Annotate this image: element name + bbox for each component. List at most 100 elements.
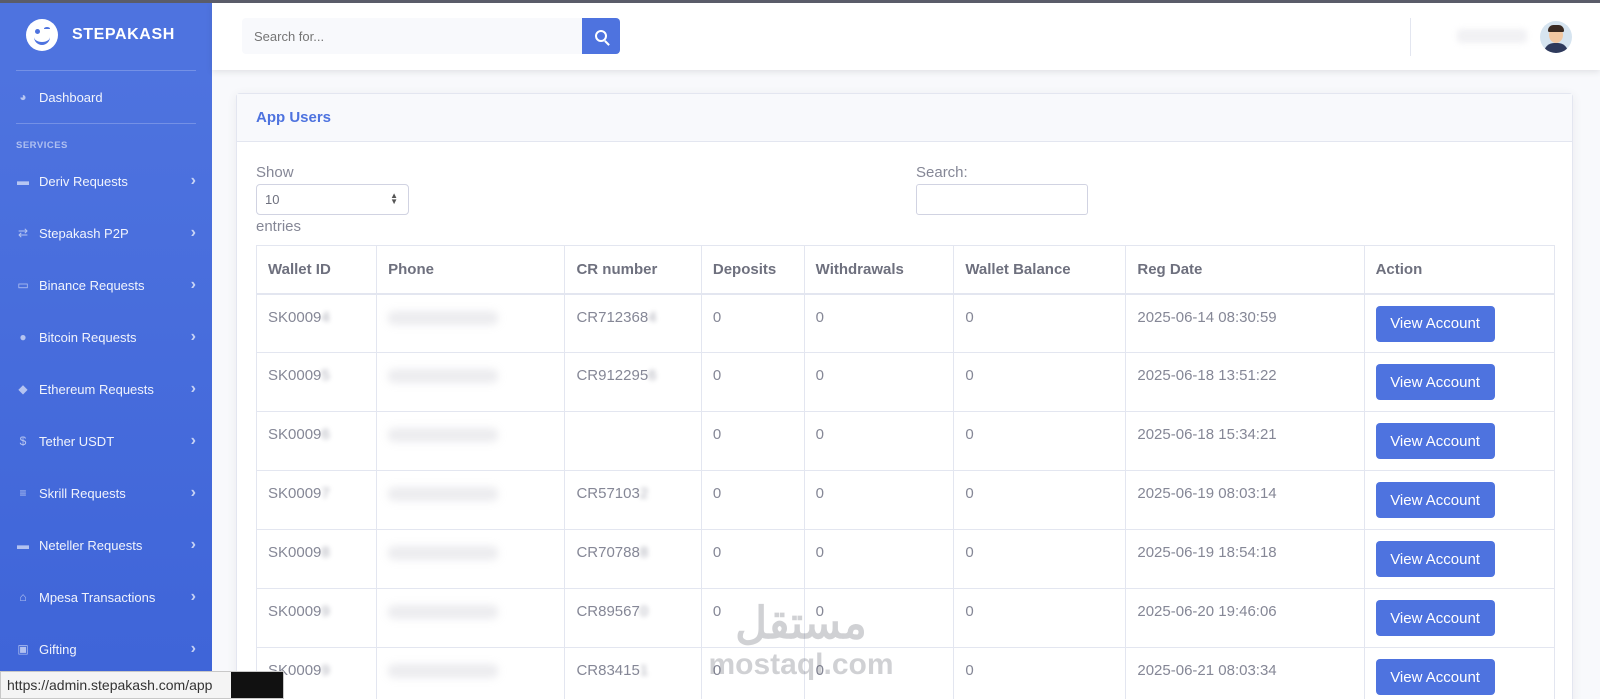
chevron-right-icon: › bbox=[190, 276, 196, 293]
column-header[interactable]: CR number bbox=[564, 245, 702, 295]
sidebar-item-tether-usdt[interactable]: $ Tether USDT › bbox=[0, 415, 212, 467]
money-bill-icon: ▬ bbox=[17, 174, 29, 188]
sidebar-item-label: Skrill Requests bbox=[39, 485, 126, 501]
column-header[interactable]: Withdrawals bbox=[803, 245, 955, 295]
view-account-button[interactable]: View Account bbox=[1375, 364, 1495, 400]
column-header[interactable]: Action bbox=[1363, 245, 1556, 295]
sidebar-item-gifting[interactable]: ▣ Gifting › bbox=[0, 623, 212, 675]
wallet-id: SK0009 bbox=[268, 308, 322, 326]
page-title: App Users bbox=[256, 109, 332, 126]
user-name-redacted[interactable] bbox=[1457, 29, 1527, 43]
sidebar-item-mpesa-transactions[interactable]: ⌂ Mpesa Transactions › bbox=[0, 571, 212, 623]
table-search-input[interactable] bbox=[916, 184, 1088, 215]
wallet-id: SK0009 bbox=[268, 603, 322, 620]
wallet-id: SK0009 bbox=[268, 544, 322, 561]
wallet-icon: ▬ bbox=[17, 538, 29, 552]
reg-date-cell: 2025-06-19 18:54:18 bbox=[1125, 529, 1365, 589]
cr-number-cell: CR9122956 bbox=[564, 352, 702, 412]
tachometer-icon: ◕ bbox=[19, 90, 27, 104]
view-account-button[interactable]: View Account bbox=[1375, 659, 1495, 695]
sidebar-item-dashboard[interactable]: ◕ Dashboard bbox=[0, 71, 212, 123]
column-header[interactable]: Wallet Balance bbox=[953, 245, 1127, 295]
column-header[interactable]: Wallet ID bbox=[255, 245, 378, 295]
chevron-right-icon: › bbox=[190, 640, 196, 657]
action-cell: View Account bbox=[1363, 293, 1556, 353]
reg-date-cell: 2025-06-18 15:34:21 bbox=[1125, 411, 1365, 471]
cr-number-redacted: 8 bbox=[639, 544, 649, 561]
chevron-right-icon: › bbox=[190, 536, 196, 553]
action-cell: View Account bbox=[1363, 588, 1556, 648]
cr-number-redacted: 1 bbox=[639, 662, 649, 679]
cr-number-cell bbox=[564, 411, 702, 471]
wallet-balance-cell: 0 bbox=[953, 293, 1127, 353]
sidebar-item-ethereum-requests[interactable]: ◆ Ethereum Requests › bbox=[0, 363, 212, 415]
view-account-button[interactable]: View Account bbox=[1375, 600, 1495, 636]
cr-number-redacted: 4 bbox=[648, 308, 657, 326]
wallet-balance-cell: 0 bbox=[953, 529, 1127, 589]
entries-select[interactable]: 10 ▲ ▼ bbox=[256, 184, 409, 215]
phone-redacted bbox=[388, 605, 499, 619]
sidebar-item-deriv-requests[interactable]: ▬ Deriv Requests › bbox=[0, 155, 212, 207]
deposits-cell: 0 bbox=[700, 647, 805, 699]
table-controls: Show 10 ▲ ▼ entries Search: bbox=[237, 142, 1572, 242]
cr-number: CR912295 bbox=[576, 367, 649, 384]
sidebar-heading: SERVICES bbox=[16, 140, 68, 151]
sidebar-item-label: Dashboard bbox=[39, 89, 103, 105]
table-row: SK00094 CR7123684 0 0 0 2025-06-14 08:30:59 Vi… bbox=[255, 293, 1556, 353]
sidebar-item-stepakash-p2p[interactable]: ⇄ Stepakash P2P › bbox=[0, 207, 212, 259]
entries-label: entries bbox=[256, 218, 302, 235]
wallet-id-redacted: 4 bbox=[321, 308, 330, 326]
app-users-card: App Users Show 10 ▲ ▼ entries Search: Wal… bbox=[236, 93, 1573, 699]
column-header[interactable]: Deposits bbox=[700, 245, 805, 295]
sidebar-item-neteller-requests[interactable]: ▬ Neteller Requests › bbox=[0, 519, 212, 571]
chevron-right-icon: › bbox=[190, 432, 196, 449]
wallet-id-cell: SK00099 bbox=[255, 588, 378, 648]
sidebar-item-skrill-requests[interactable]: ≡ Skrill Requests › bbox=[0, 467, 212, 519]
search-input[interactable] bbox=[242, 18, 582, 54]
chevron-right-icon: › bbox=[190, 172, 196, 189]
chevron-right-icon: › bbox=[190, 484, 196, 501]
view-account-button[interactable]: View Account bbox=[1375, 423, 1495, 459]
column-header[interactable]: Phone bbox=[376, 245, 566, 295]
wallet-id: SK0009 bbox=[268, 485, 322, 502]
action-cell: View Account bbox=[1363, 411, 1556, 471]
sidebar-item-label: Bitcoin Requests bbox=[39, 329, 137, 345]
view-account-button[interactable]: View Account bbox=[1375, 482, 1495, 518]
sidebar-item-label: Tether USDT bbox=[39, 433, 115, 449]
search-icon bbox=[595, 30, 607, 42]
view-account-button[interactable]: View Account bbox=[1375, 305, 1495, 342]
phone-cell bbox=[376, 647, 566, 699]
cr-number: CR70788 bbox=[576, 544, 640, 561]
cr-number: CR57103 bbox=[576, 485, 640, 502]
search-button[interactable] bbox=[582, 18, 620, 54]
show-label: Show bbox=[256, 164, 294, 181]
withdrawals-cell: 0 bbox=[803, 411, 955, 471]
reg-date-cell: 2025-06-14 08:30:59 bbox=[1125, 293, 1365, 353]
cr-number-cell: CR571032 bbox=[564, 470, 702, 530]
sidebar-item-binance-requests[interactable]: ▭ Binance Requests › bbox=[0, 259, 212, 311]
reg-date-cell: 2025-06-20 19:46:06 bbox=[1125, 588, 1365, 648]
withdrawals-cell: 0 bbox=[803, 647, 955, 699]
action-cell: View Account bbox=[1363, 470, 1556, 530]
deposits-cell: 0 bbox=[700, 470, 805, 530]
coins-icon: ≡ bbox=[19, 486, 27, 500]
wallet-id-redacted: 9 bbox=[321, 662, 330, 679]
table-row: SK00095 CR9122956 0 0 0 2025-06-18 13:51:22 Vi… bbox=[255, 352, 1556, 412]
cr-number-redacted: 0 bbox=[639, 603, 649, 620]
wallet-balance-cell: 0 bbox=[953, 588, 1127, 648]
cr-number-redacted: 2 bbox=[639, 485, 649, 502]
deposits-cell: 0 bbox=[700, 411, 805, 471]
wallet-id-cell: SK00097 bbox=[255, 470, 378, 530]
wallet-id-redacted: 9 bbox=[321, 603, 330, 620]
table-row: SK00099 CR895670 0 0 0 2025-06-20 19:46:06 Vie… bbox=[255, 588, 1556, 648]
phone-cell bbox=[376, 293, 566, 353]
avatar[interactable] bbox=[1540, 21, 1572, 53]
table-row: SK00099 CR834151 0 0 0 2025-06-21 08:03:34 Vie… bbox=[255, 647, 1556, 699]
sidebar-item-bitcoin-requests[interactable]: ● Bitcoin Requests › bbox=[0, 311, 212, 363]
wallet-balance-cell: 0 bbox=[953, 647, 1127, 699]
view-account-button[interactable]: View Account bbox=[1375, 541, 1495, 577]
column-header[interactable]: Reg Date bbox=[1125, 245, 1365, 295]
brand[interactable]: STEPAKASH bbox=[0, 0, 212, 70]
phone-redacted bbox=[388, 664, 499, 678]
deposits-cell: 0 bbox=[700, 529, 805, 589]
